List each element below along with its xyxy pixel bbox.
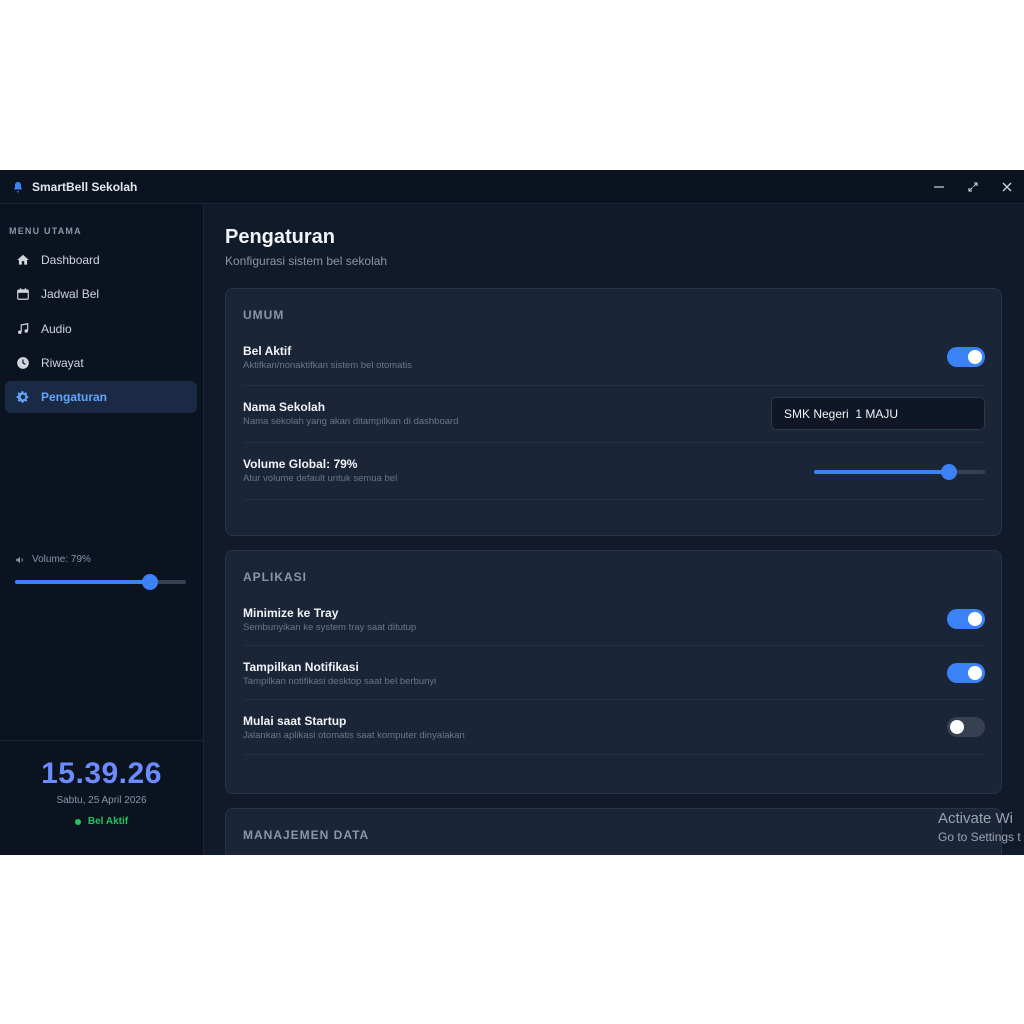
close-icon bbox=[1002, 182, 1012, 191]
global-volume-thumb[interactable] bbox=[941, 464, 958, 480]
setting-description: Sembunyikan ke system tray saat ditutup bbox=[243, 622, 417, 633]
toggle-knob bbox=[968, 350, 982, 364]
setting-description: Atur volume default untuk semua bel bbox=[243, 473, 398, 484]
notification-toggle[interactable] bbox=[947, 663, 985, 683]
card-title: MANAJEMEN DATA bbox=[243, 828, 370, 842]
sidebar: MENU UTAMA Dashboard Jadwal Bel Audio Ri… bbox=[0, 204, 204, 855]
windows-activation-watermark: Activate Wi Go to Settings t bbox=[938, 810, 1021, 844]
sidebar-clock-panel: 15.39.26 Sabtu, 25 April 2026 Bel Aktif bbox=[0, 740, 203, 855]
volume-label: Volume: 79% bbox=[15, 554, 186, 565]
setting-title: Minimize ke Tray bbox=[243, 606, 339, 620]
page-title: Pengaturan bbox=[225, 226, 336, 248]
clock-date: Sabtu, 25 April 2026 bbox=[56, 795, 147, 806]
close-button[interactable] bbox=[990, 170, 1024, 203]
sidebar-item-label: Jadwal Bel bbox=[41, 287, 100, 302]
setting-title: Tampilkan Notifikasi bbox=[243, 660, 359, 674]
settings-card-umum: UMUM Bel Aktif Aktifkan/nonaktifkan sist… bbox=[225, 288, 1002, 536]
setting-row-notifikasi: Tampilkan Notifikasi Tampilkan notifikas… bbox=[243, 646, 985, 700]
card-title: APLIKASI bbox=[243, 570, 308, 584]
app-window: SmartBell Sekolah MENU UTAMA Dashboard J… bbox=[0, 170, 1024, 855]
gear-icon bbox=[16, 390, 30, 404]
setting-title: Mulai saat Startup bbox=[243, 714, 347, 728]
setting-row-minimize-tray: Minimize ke Tray Sembunyikan ke system t… bbox=[243, 591, 985, 646]
sidebar-item-label: Audio bbox=[41, 321, 72, 336]
watermark-line-1: Activate Wi bbox=[938, 810, 1014, 827]
setting-description: Nama sekolah yang akan ditampilkan di da… bbox=[243, 416, 459, 427]
toggle-knob bbox=[950, 720, 964, 734]
app-title-text: SmartBell Sekolah bbox=[32, 179, 138, 194]
sidebar-nav: Dashboard Jadwal Bel Audio Riwayat Penga… bbox=[5, 244, 197, 415]
sidebar-item-audio[interactable]: Audio bbox=[5, 313, 197, 345]
global-volume-slider[interactable] bbox=[814, 464, 985, 480]
startup-toggle[interactable] bbox=[947, 717, 985, 737]
sidebar-item-pengaturan[interactable]: Pengaturan bbox=[5, 381, 197, 414]
calendar-icon bbox=[16, 287, 30, 301]
app-title: SmartBell Sekolah bbox=[12, 180, 137, 194]
main-content: Pengaturan Konfigurasi sistem bel sekola… bbox=[204, 204, 1024, 855]
page-subtitle: Konfigurasi sistem bel sekolah bbox=[225, 254, 388, 268]
minimize-button[interactable] bbox=[922, 170, 956, 203]
home-icon bbox=[16, 253, 30, 267]
sidebar-item-dashboard[interactable]: Dashboard bbox=[5, 244, 197, 276]
minimize-icon bbox=[934, 185, 944, 188]
global-volume-fill bbox=[814, 470, 950, 474]
bell-icon bbox=[12, 181, 24, 193]
status-badge: Bel Aktif bbox=[0, 816, 203, 827]
sidebar-item-riwayat[interactable]: Riwayat bbox=[5, 347, 197, 379]
volume-label-text: Volume: 79% bbox=[32, 554, 91, 565]
toggle-knob bbox=[968, 612, 982, 626]
expand-icon bbox=[968, 181, 978, 192]
volume-slider-fill bbox=[15, 580, 151, 584]
toggle-knob bbox=[968, 666, 982, 680]
status-text: Bel Aktif bbox=[87, 816, 129, 827]
setting-title: Bel Aktif bbox=[243, 344, 292, 358]
minimize-tray-toggle[interactable] bbox=[947, 609, 985, 629]
settings-card-aplikasi: APLIKASI Minimize ke Tray Sembunyikan ke… bbox=[225, 550, 1002, 794]
setting-row-startup: Mulai saat Startup Jalankan aplikasi oto… bbox=[243, 700, 985, 755]
settings-card-manajemen-data: MANAJEMEN DATA bbox=[225, 808, 1002, 855]
setting-title: Volume Global: 79% bbox=[243, 457, 358, 471]
window-controls bbox=[922, 170, 1024, 203]
watermark-line-2: Go to Settings t bbox=[938, 830, 1021, 844]
setting-row-bel-aktif: Bel Aktif Aktifkan/nonaktifkan sistem be… bbox=[243, 329, 985, 386]
volume-slider-thumb[interactable] bbox=[142, 574, 159, 590]
sidebar-item-label: Dashboard bbox=[41, 253, 100, 267]
setting-description: Jalankan aplikasi otomatis saat komputer… bbox=[243, 730, 465, 741]
menu-section-label: MENU UTAMA bbox=[9, 226, 82, 236]
title-bar: SmartBell Sekolah bbox=[0, 170, 1024, 204]
sidebar-volume: Volume: 79% bbox=[15, 554, 186, 590]
sidebar-item-label: Pengaturan bbox=[41, 390, 108, 405]
setting-description: Tampilkan notifikasi desktop saat bel be… bbox=[243, 676, 437, 687]
sidebar-item-jadwal-bel[interactable]: Jadwal Bel bbox=[5, 278, 197, 310]
setting-row-volume-global: Volume Global: 79% Atur volume default u… bbox=[243, 443, 985, 500]
school-name-input[interactable] bbox=[771, 397, 985, 430]
card-title: UMUM bbox=[243, 308, 285, 322]
setting-row-nama-sekolah: Nama Sekolah Nama sekolah yang akan dita… bbox=[243, 386, 985, 443]
speaker-icon bbox=[15, 555, 25, 565]
setting-title: Nama Sekolah bbox=[243, 400, 326, 414]
volume-slider[interactable] bbox=[15, 574, 186, 590]
music-icon bbox=[16, 322, 30, 336]
sidebar-item-label: Riwayat bbox=[41, 355, 84, 370]
clock-icon bbox=[16, 356, 30, 370]
setting-description: Aktifkan/nonaktifkan sistem bel otomatis bbox=[243, 360, 412, 371]
status-dot-icon bbox=[74, 818, 81, 825]
clock-time: 15.39.26 bbox=[41, 757, 162, 790]
maximize-button[interactable] bbox=[956, 170, 990, 203]
bel-aktif-toggle[interactable] bbox=[947, 347, 985, 367]
